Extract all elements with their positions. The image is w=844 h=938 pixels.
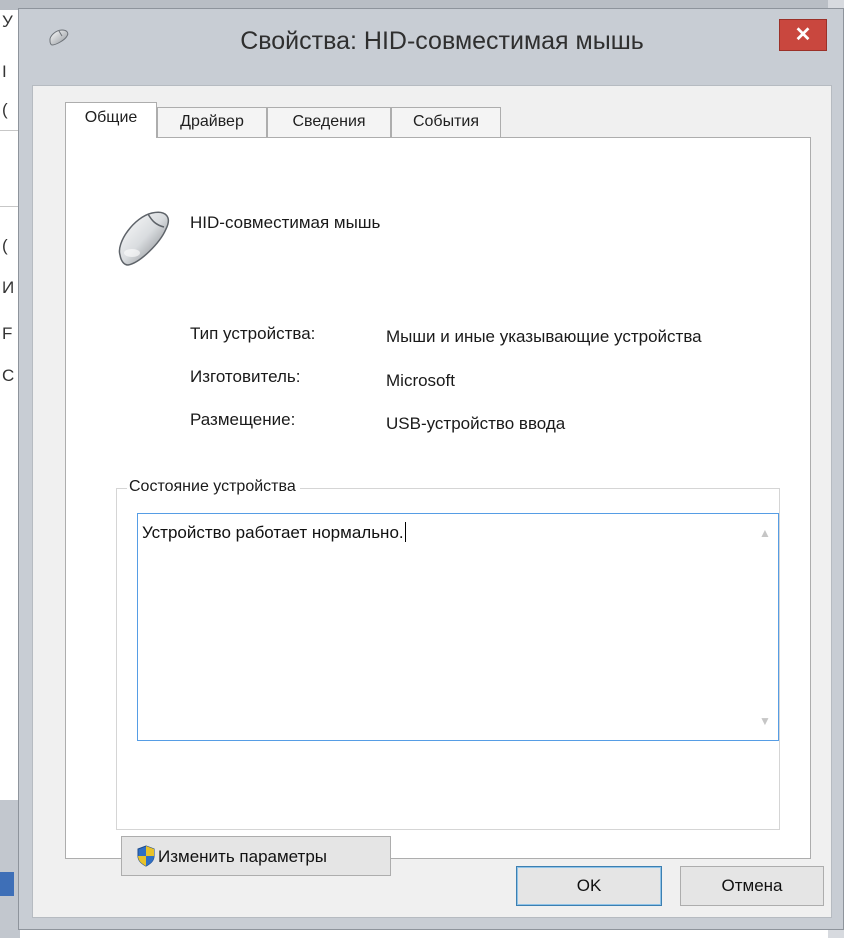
ok-button[interactable]: OK: [516, 866, 662, 906]
scroll-down-arrow-icon[interactable]: ▼: [758, 714, 772, 728]
mouse-icon: [118, 211, 170, 266]
background-text: (: [2, 100, 8, 119]
device-type-value: Мыши и иные указывающие устройства: [386, 327, 702, 346]
dialog-client-area: Общие Драйвер Сведения События HID-совме…: [32, 85, 832, 918]
scroll-up-arrow-icon[interactable]: ▲: [758, 526, 772, 540]
device-status-group: Состояние устройства Устройство работает…: [116, 478, 780, 830]
device-status-value: Устройство работает нормально.: [142, 523, 404, 542]
tab-driver[interactable]: Драйвер: [157, 107, 267, 137]
background-text: I: [2, 62, 7, 81]
background-text: F: [2, 324, 13, 343]
change-settings-label: Изменить параметры: [158, 847, 328, 866]
tab-label: События: [412, 113, 480, 130]
device-name: HID-совместимая мышь: [190, 213, 381, 232]
tab-details[interactable]: Сведения: [267, 107, 391, 137]
change-settings-button[interactable]: Изменить параметры: [121, 836, 391, 876]
device-type-label: Тип устройства:: [190, 324, 316, 343]
close-button[interactable]: ✕: [779, 19, 827, 51]
cancel-button-label: Отмена: [721, 876, 783, 895]
location-value: USB-устройство ввода: [386, 414, 566, 433]
device-status-legend: Состояние устройства: [127, 478, 300, 496]
tab-label: Драйвер: [180, 113, 244, 130]
background-text: И: [2, 278, 15, 297]
manufacturer-label: Изготовитель:: [190, 367, 301, 386]
background-taskbar: [0, 800, 20, 938]
device-properties-dialog: Свойства: HID-совместимая мышь ✕ Общие Д…: [18, 8, 844, 930]
background-text: C: [2, 366, 15, 385]
background-taskbar-item[interactable]: [0, 872, 14, 896]
background-text: (: [2, 236, 8, 255]
text-caret: [404, 522, 406, 542]
ok-button-label: OK: [576, 876, 602, 895]
device-status-text: Устройство работает нормально.: [142, 522, 406, 543]
tab-general[interactable]: Общие: [65, 102, 157, 138]
tab-events[interactable]: События: [391, 107, 501, 137]
location-label: Размещение:: [190, 410, 296, 429]
dialog-titlebar[interactable]: Свойства: HID-совместимая мышь ✕: [19, 9, 843, 77]
tab-label: Общие: [84, 109, 138, 126]
tab-label: Сведения: [292, 113, 366, 130]
device-status-textbox[interactable]: Устройство работает нормально. ▲ ▼: [137, 513, 779, 741]
close-icon: ✕: [794, 24, 812, 46]
background-text: У: [2, 12, 13, 31]
uac-shield-icon: [137, 845, 155, 867]
manufacturer-value: Microsoft: [386, 371, 455, 390]
cancel-button[interactable]: Отмена: [680, 866, 824, 906]
general-tab-panel: HID-совместимая мышь Тип устройства: Мыш…: [65, 137, 811, 876]
dialog-title: Свойства: HID-совместимая мышь: [240, 27, 644, 55]
